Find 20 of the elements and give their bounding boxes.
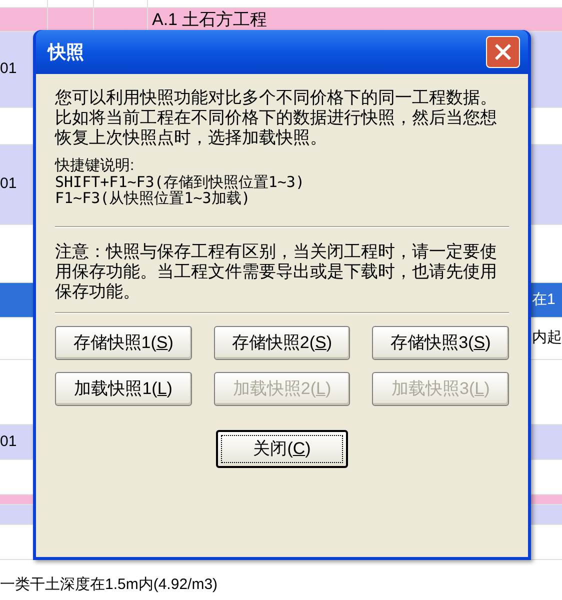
table-cell-text: 01: [0, 432, 17, 452]
note-text: 注意：快照与保存工程有区别，当关闭工程时，请一定要使用保存功能。当工程文件需要导出或是下载时，也请先使用保存功能。: [55, 242, 498, 302]
table-cell-text: 在1: [532, 290, 556, 310]
table-cell-text: A.1 土石方工程: [152, 8, 268, 31]
window-title: 快照: [46, 40, 84, 64]
snapshot-button[interactable]: 存储快照1(S): [55, 326, 192, 360]
snapshot-button[interactable]: 加载快照1(L): [55, 372, 192, 406]
snapshot-button[interactable]: 存储快照2(S): [214, 326, 350, 360]
shortcut-text: SHIFT+F1~F3(存储到快照位置1~3): [55, 174, 304, 190]
close-button[interactable]: [486, 36, 520, 68]
shortcut-text: F1~F3(从快照位置1~3加载): [55, 190, 250, 206]
snapshot-button[interactable]: 存储快照3(S): [372, 326, 509, 360]
table-cell-text: 01: [0, 59, 17, 80]
table-cell-text: 内起: [532, 328, 562, 348]
shortcuts-heading: 快捷键说明:: [55, 158, 136, 174]
footer-text: 一类干土深度在1.5m内(4.92/m3): [0, 575, 218, 595]
close-icon: [494, 43, 512, 61]
description-text: 您可以利用快照功能对比多个不同价格下的同一工程数据。比如将当前工程在不同价格下的数据进行快照，然后当您想恢复上次快照点时，选择加载快照。: [55, 88, 498, 148]
table-cell-text: 01: [0, 174, 17, 194]
close-dialog-button[interactable]: 关闭(C): [216, 430, 348, 468]
